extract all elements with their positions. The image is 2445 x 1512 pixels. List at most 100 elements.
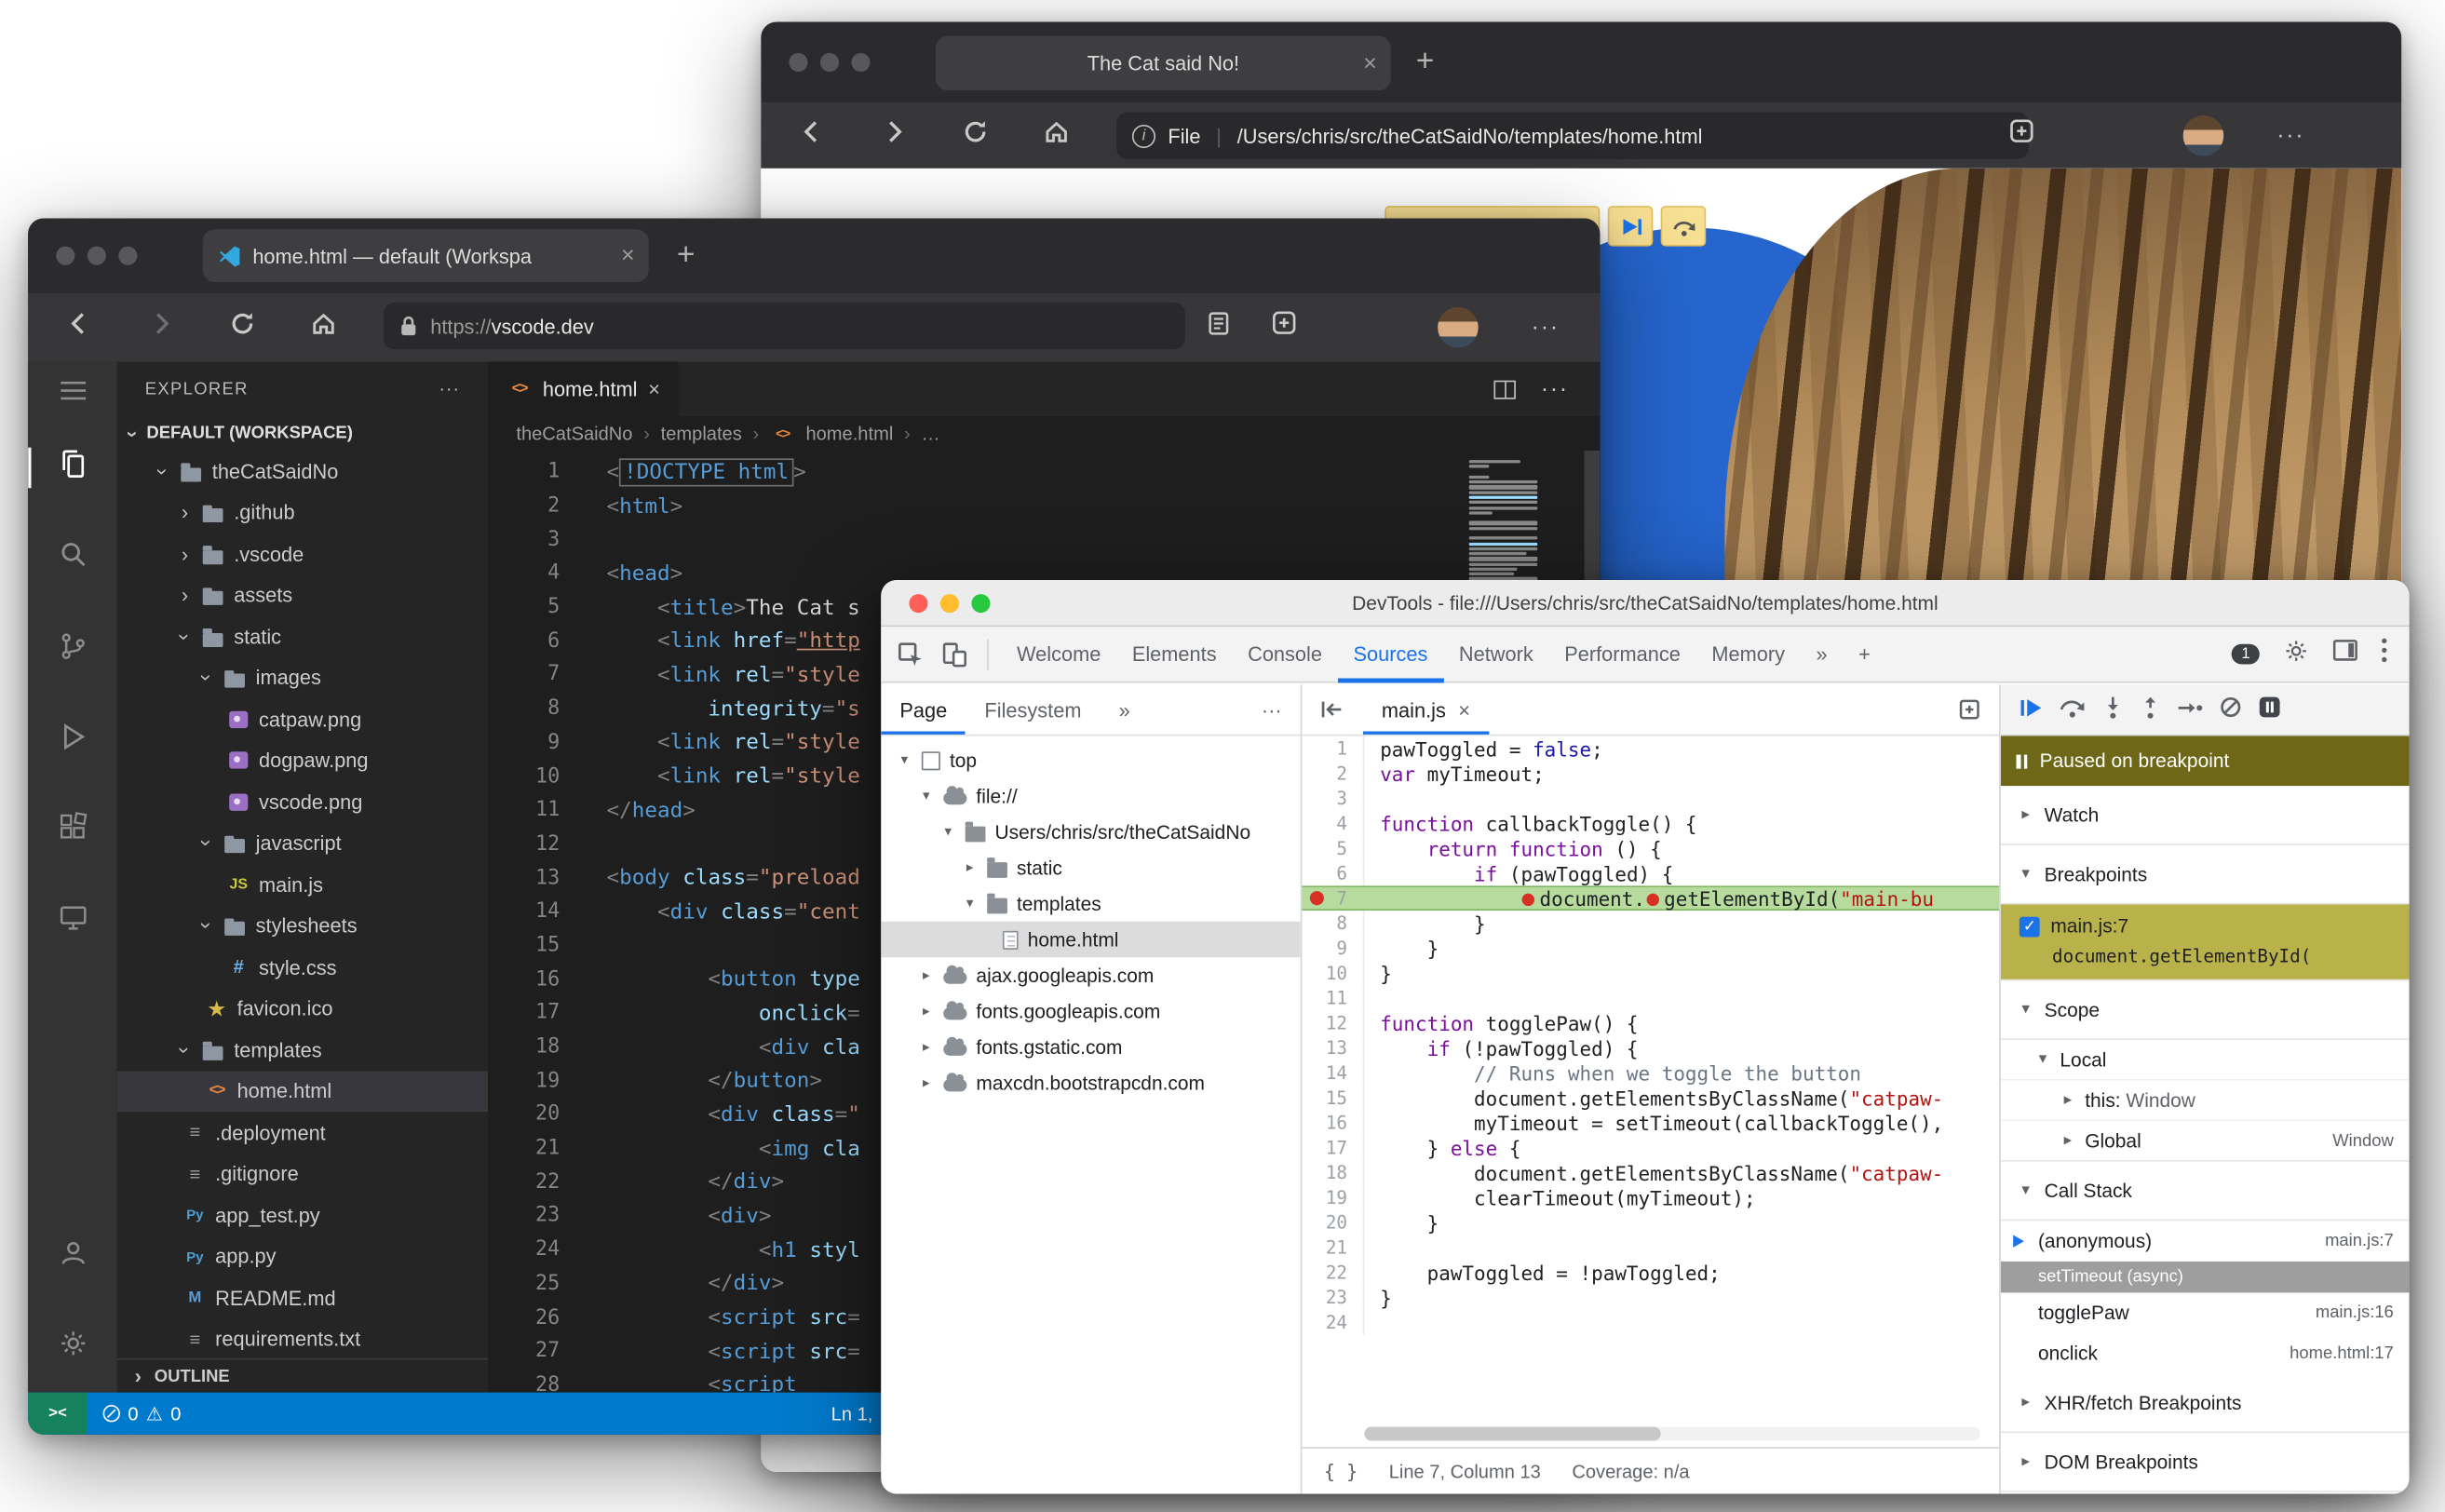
code-line[interactable]: 10} bbox=[1302, 960, 1999, 986]
tab-performance[interactable]: Performance bbox=[1548, 626, 1695, 682]
code-line[interactable]: 2 var myTimeout; bbox=[1302, 761, 1999, 787]
page-tree-item-home-html[interactable]: home.html bbox=[881, 921, 1301, 958]
address-bar[interactable]: i File | /Users/chris/src/theCatSaidNo/t… bbox=[1116, 112, 2029, 159]
line-number[interactable]: 4 bbox=[1302, 810, 1365, 836]
remote-indicator[interactable]: >< bbox=[28, 1392, 88, 1435]
resume-button[interactable] bbox=[2019, 696, 2043, 722]
home-button[interactable] bbox=[303, 310, 344, 344]
pause-on-exceptions-icon[interactable] bbox=[2258, 695, 2281, 723]
tree-item-app-py[interactable]: Py app.py bbox=[117, 1235, 489, 1276]
tree-item-requirements-txt[interactable]: ≡ requirements.txt bbox=[117, 1318, 489, 1358]
code-line[interactable]: 24 bbox=[1302, 1309, 1999, 1335]
views-more-icon[interactable]: ··· bbox=[439, 380, 460, 398]
home-button[interactable] bbox=[1035, 118, 1076, 153]
close-icon[interactable]: × bbox=[621, 244, 635, 267]
forward-button[interactable] bbox=[141, 311, 182, 344]
code-line[interactable]: 11 bbox=[1302, 985, 1999, 1011]
tree-item-images[interactable]: › images bbox=[117, 657, 489, 698]
issues-badge[interactable]: 1 bbox=[2232, 643, 2260, 665]
file-tab-main-js[interactable]: main.js × bbox=[1363, 684, 1489, 735]
traffic-lights[interactable] bbox=[909, 593, 991, 613]
line-number[interactable]: 3 bbox=[1302, 786, 1365, 811]
line-number[interactable]: 2 bbox=[1302, 761, 1365, 787]
tree-item-main-js[interactable]: JS main.js bbox=[117, 864, 489, 905]
address-bar[interactable]: https://vscode.dev bbox=[384, 302, 1185, 350]
tree-item-dogpaw-png[interactable]: dogpaw.png bbox=[117, 740, 489, 781]
call-stack-frame[interactable]: togglePaw main.js:16 bbox=[2001, 1292, 2410, 1333]
section-dom-breakpoints[interactable]: ▸ DOM Breakpoints bbox=[2000, 1433, 2410, 1492]
step-over-icon[interactable] bbox=[2059, 695, 2087, 723]
tree-item-app-test-py[interactable]: Py app_test.py bbox=[117, 1195, 489, 1235]
breakpoint-entry[interactable]: ✓ main.js:7 document.getElementById( bbox=[2000, 904, 2410, 981]
line-number[interactable]: 8 bbox=[488, 697, 560, 721]
tab-filesystem[interactable]: Filesystem bbox=[966, 684, 1100, 735]
close-icon[interactable]: × bbox=[1363, 51, 1377, 74]
page-tree-item-ajax-googleapis-com[interactable]: ▸ ajax.googleapis.com bbox=[881, 957, 1301, 993]
device-toolbar-icon[interactable] bbox=[940, 641, 968, 668]
line-number[interactable]: 21 bbox=[488, 1137, 560, 1160]
breadcrumb-item[interactable]: theCatSaidNo bbox=[516, 423, 632, 444]
section-scope[interactable]: ▾ Scope bbox=[2000, 980, 2410, 1041]
call-stack-frame[interactable]: (anonymous) main.js:7 bbox=[2001, 1221, 2410, 1262]
line-number[interactable]: 1 bbox=[1302, 736, 1365, 762]
tree-item--gitignore[interactable]: ≡ .gitignore bbox=[117, 1154, 489, 1195]
line-number[interactable]: 7 bbox=[488, 664, 560, 687]
tree-item-favicon-ico[interactable]: ★ favicon.ico bbox=[117, 988, 489, 1029]
line-number[interactable]: 18 bbox=[488, 1035, 560, 1059]
code-line[interactable]: 21 bbox=[1302, 1235, 1999, 1261]
line-number[interactable]: 11 bbox=[488, 799, 560, 822]
info-icon[interactable]: i bbox=[1131, 124, 1156, 148]
page-tree-item-fonts-gstatic-com[interactable]: ▸ fonts.gstatic.com bbox=[881, 1029, 1301, 1065]
line-number[interactable]: 4 bbox=[488, 562, 560, 586]
line-number[interactable]: 8 bbox=[1302, 911, 1365, 936]
line-number[interactable]: 13 bbox=[1302, 1035, 1365, 1060]
line-number[interactable]: 20 bbox=[488, 1103, 560, 1127]
line-number[interactable]: 20 bbox=[1302, 1209, 1365, 1235]
line-number[interactable]: 14 bbox=[488, 900, 560, 924]
run-debug-icon[interactable] bbox=[57, 722, 88, 761]
line-number[interactable]: 23 bbox=[1302, 1285, 1365, 1310]
line-number[interactable]: 21 bbox=[1302, 1235, 1365, 1261]
code-line[interactable]: 5 return function () { bbox=[1302, 835, 1999, 861]
code-line[interactable]: 8 } bbox=[1302, 911, 1999, 936]
line-number[interactable]: 19 bbox=[1302, 1184, 1365, 1210]
outline-section[interactable]: › OUTLINE bbox=[116, 1357, 489, 1393]
line-number[interactable]: 23 bbox=[488, 1205, 560, 1228]
line-number[interactable]: 5 bbox=[488, 596, 560, 619]
traffic-lights[interactable] bbox=[789, 52, 871, 73]
page-tree-item-file-[interactable]: ▾ file:// bbox=[881, 778, 1301, 815]
source-code-viewer[interactable]: 1 pawToggled = false; 2 var myTimeout; 3 4 fun… bbox=[1302, 736, 2000, 1448]
line-number[interactable]: 9 bbox=[488, 731, 560, 754]
tree-item-catpaw-png[interactable]: catpaw.png bbox=[117, 698, 489, 739]
reload-button[interactable] bbox=[222, 310, 263, 344]
line-number[interactable]: 27 bbox=[488, 1340, 560, 1363]
navigator-overflow-icon[interactable]: » bbox=[1101, 684, 1149, 735]
tab-welcome[interactable]: Welcome bbox=[1001, 626, 1116, 682]
line-number[interactable]: 15 bbox=[488, 934, 560, 957]
tree-item-style-css[interactable]: # style.css bbox=[117, 947, 489, 988]
forward-button[interactable] bbox=[873, 119, 914, 152]
new-tab-button[interactable]: + bbox=[677, 237, 696, 274]
section-xhr-breakpoints[interactable]: ▸ XHR/fetch Breakpoints bbox=[2000, 1373, 2410, 1434]
breadcrumb-item[interactable]: home.html bbox=[805, 423, 893, 444]
line-number[interactable]: 18 bbox=[1302, 1160, 1365, 1185]
line-number[interactable]: 13 bbox=[488, 867, 560, 890]
line-number[interactable]: 6 bbox=[488, 629, 560, 653]
tab-network[interactable]: Network bbox=[1443, 626, 1548, 682]
account-icon[interactable] bbox=[57, 1237, 88, 1276]
code-line[interactable]: 16 myTimeout = setTimeout(callbackToggle… bbox=[1302, 1110, 1999, 1136]
traffic-lights[interactable] bbox=[56, 246, 138, 265]
tree-item-static[interactable]: › static bbox=[117, 616, 489, 657]
line-number[interactable]: 17 bbox=[1302, 1135, 1365, 1161]
section-breakpoints[interactable]: ▾ Breakpoints bbox=[2000, 845, 2410, 905]
line-number[interactable]: 26 bbox=[488, 1306, 560, 1330]
breadcrumb-item[interactable]: … bbox=[921, 423, 939, 444]
editor-more-icon[interactable]: ··· bbox=[1541, 376, 1569, 402]
back-button[interactable] bbox=[60, 311, 101, 344]
horizontal-scrollbar[interactable] bbox=[1364, 1426, 1980, 1441]
call-stack-frame[interactable]: onclick home.html:17 bbox=[2001, 1333, 2410, 1374]
section-call-stack[interactable]: ▾ Call Stack bbox=[2000, 1162, 2410, 1222]
line-number[interactable]: 24 bbox=[1302, 1309, 1365, 1335]
line-number[interactable]: 6 bbox=[1302, 860, 1365, 886]
line-number[interactable]: 25 bbox=[488, 1272, 560, 1295]
